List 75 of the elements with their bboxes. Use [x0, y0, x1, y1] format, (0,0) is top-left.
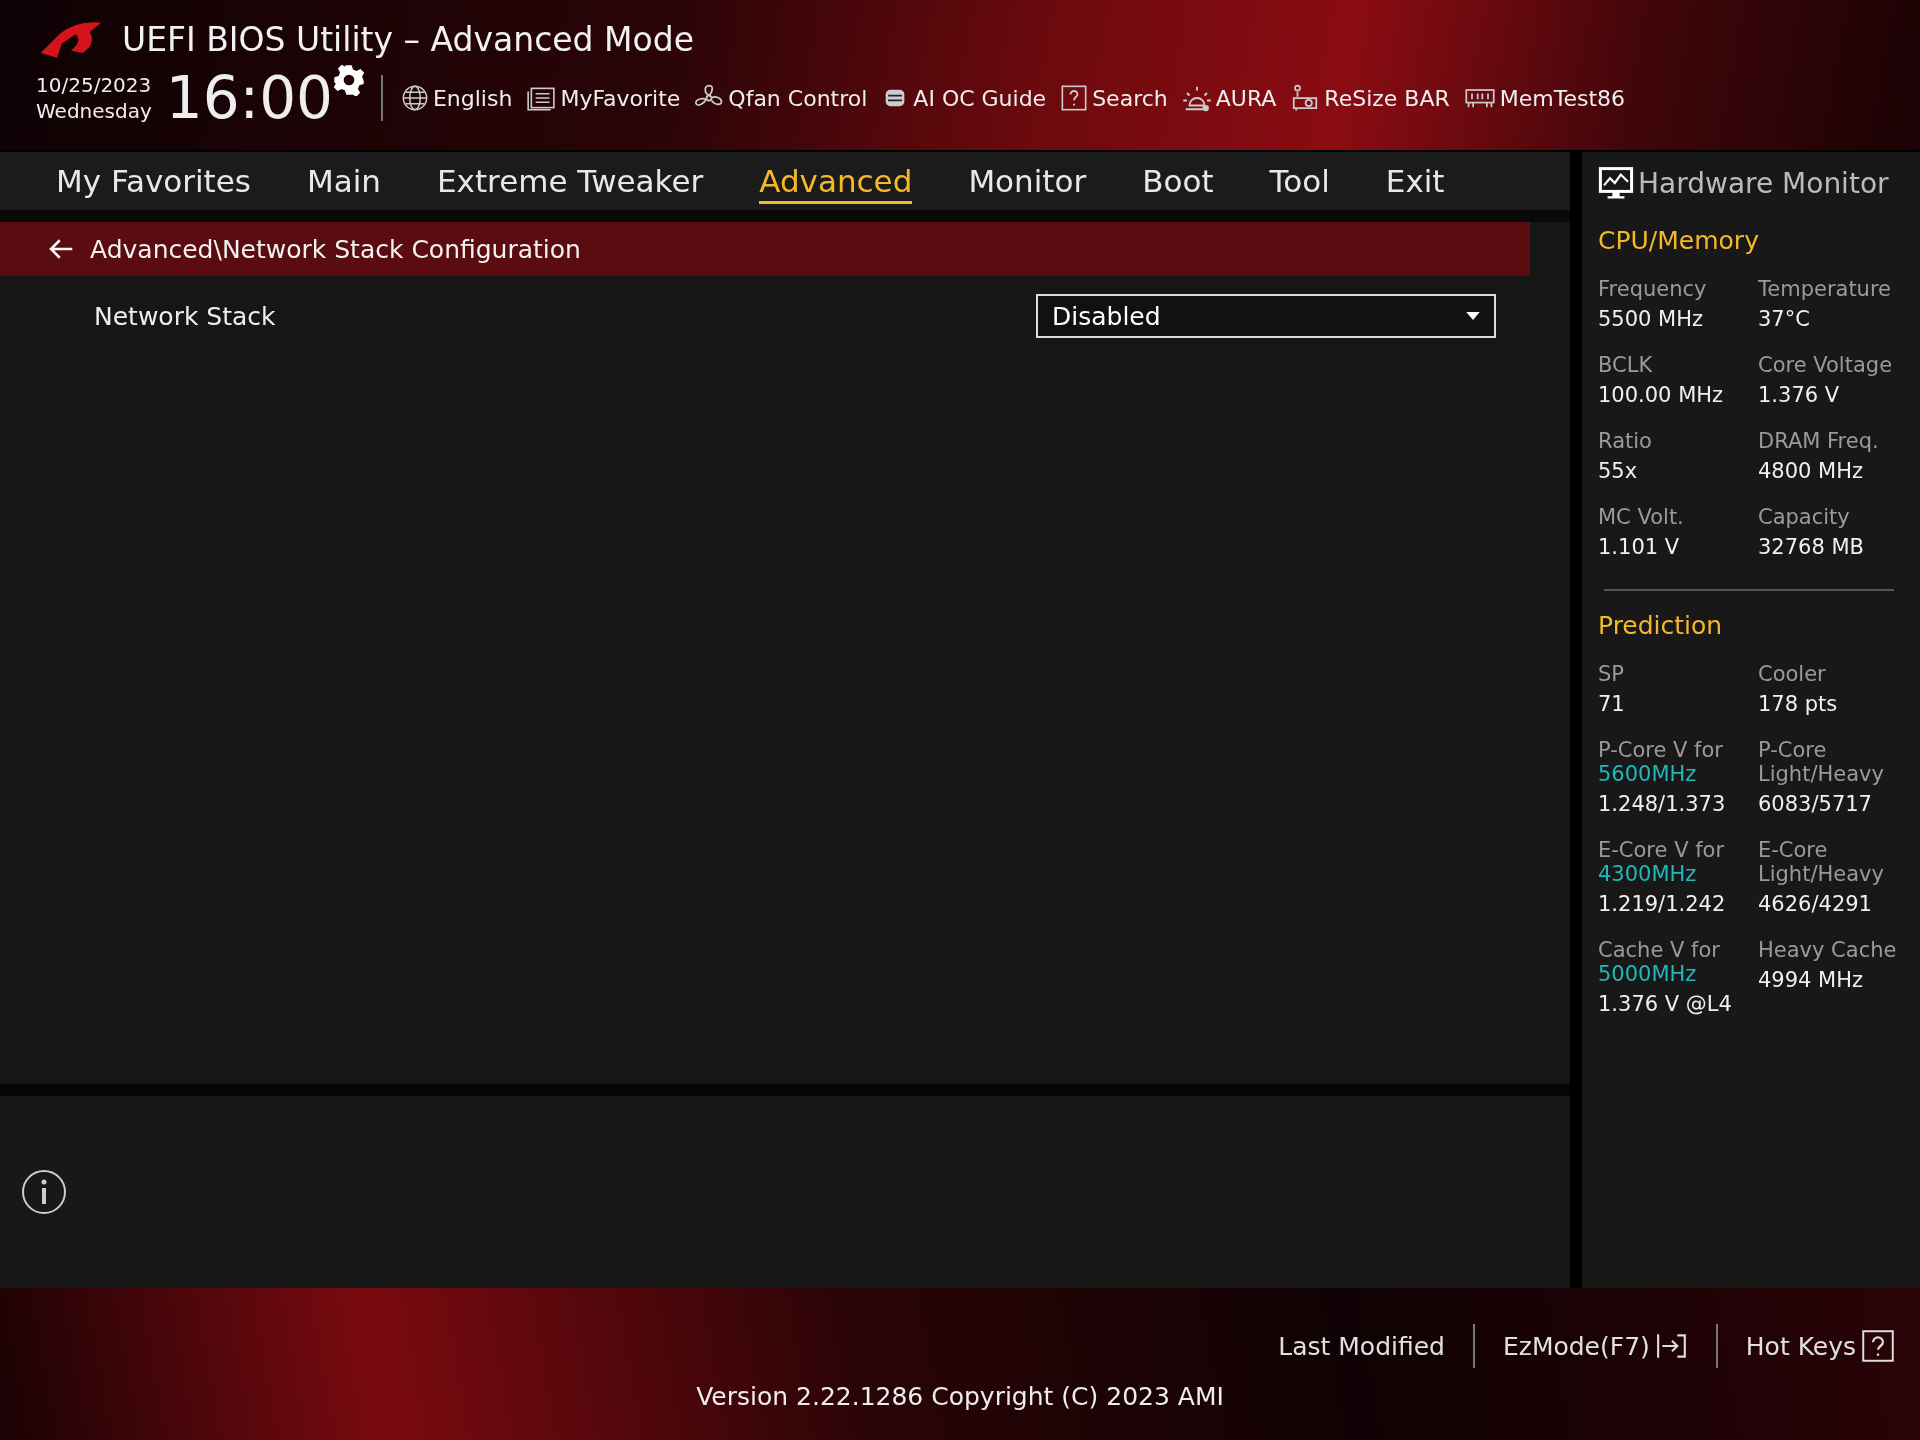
info-icon — [20, 1168, 68, 1216]
metric-label: E-Core Light/Heavy — [1758, 838, 1885, 886]
toolbar-button[interactable]: MemTest86 — [1463, 85, 1634, 111]
help-icon — [1862, 1330, 1894, 1362]
metric-frequency: 5000MHz — [1598, 962, 1698, 986]
metric-value: 4994 MHz — [1758, 968, 1865, 992]
metric-value: 178 pts — [1758, 692, 1839, 716]
metric-label: Cache V for — [1598, 938, 1721, 962]
metric-label: MC Volt. — [1598, 505, 1685, 529]
toolbar-button[interactable]: AI OC Guide — [881, 84, 1055, 112]
metric-label: Core Voltage — [1758, 353, 1894, 377]
toolbar-button[interactable]: ReSize BAR — [1290, 83, 1458, 113]
exit-icon — [1655, 1332, 1688, 1360]
weekday-text: Wednesday — [36, 98, 152, 124]
metric-label: Heavy Cache — [1758, 938, 1898, 962]
metric-value: 5500 MHz — [1598, 307, 1705, 331]
monitor-icon — [1598, 165, 1634, 201]
footer-button[interactable]: Hot Keys — [1745, 1330, 1894, 1362]
footer-button[interactable]: EzMode(F7) — [1502, 1331, 1688, 1361]
metric-value: 1.219/1.242 — [1598, 892, 1727, 916]
footer-button[interactable]: Last Modified — [1278, 1331, 1445, 1361]
section-heading: CPU/Memory — [1598, 226, 1760, 255]
menu-tab[interactable]: Exit — [1385, 158, 1445, 204]
metric-value: 4626/4291 — [1758, 892, 1873, 916]
dropdown[interactable]: Disabled — [1036, 294, 1496, 338]
metric-frequency: 5600MHz — [1598, 762, 1698, 786]
metric-value: 55x — [1598, 459, 1639, 483]
toolbar-button[interactable]: Search — [1060, 84, 1176, 112]
metric-value: 32768 MB — [1758, 535, 1865, 559]
caret-icon — [1466, 311, 1480, 321]
setting-label: Network Stack — [94, 301, 276, 331]
metric-value: 37°C — [1758, 307, 1811, 331]
metric-label: BCLK — [1598, 353, 1654, 377]
metric-label: P-Core Light/Heavy — [1758, 738, 1885, 786]
globe-icon — [400, 84, 429, 112]
menu-tab[interactable]: Boot — [1142, 158, 1214, 204]
metric-value: 6083/5717 — [1758, 792, 1873, 816]
breadcrumb-path: Advanced\Network Stack Configuration — [90, 234, 581, 264]
metric-value: 1.376 V — [1758, 383, 1841, 407]
metric-value: 1.248/1.373 — [1598, 792, 1727, 816]
metric-value: 1.376 V @L4 — [1598, 992, 1733, 1016]
metric-label: Ratio — [1598, 429, 1653, 453]
window-title: UEFI BIOS Utility – Advanced Mode — [122, 19, 694, 59]
metric-frequency: 4300MHz — [1598, 862, 1698, 886]
metric-label: SP — [1598, 662, 1625, 686]
toolbar-button[interactable]: English — [400, 84, 521, 112]
version-text: Version 2.22.1286 Copyright (C) 2023 AMI — [696, 1382, 1224, 1411]
metric-label: Temperature — [1758, 277, 1893, 301]
section-heading: Prediction — [1598, 611, 1724, 640]
settings-icon[interactable] — [332, 64, 365, 96]
menu-tab[interactable]: My Favorites — [56, 158, 251, 204]
metric-label: Cooler — [1758, 662, 1827, 686]
menu-tab[interactable]: Tool — [1269, 158, 1330, 204]
metric-label: Frequency — [1598, 277, 1708, 301]
toolbar-button[interactable]: Qfan Control — [694, 83, 876, 113]
clock-time: 16:00 — [165, 68, 333, 128]
metric-value: 100.00 MHz — [1598, 383, 1725, 407]
metric-label: DRAM Freq. — [1758, 429, 1880, 453]
metric-value: 4800 MHz — [1758, 459, 1865, 483]
metric-label: P-Core V for — [1598, 738, 1724, 762]
panel-title: Hardware Monitor — [1638, 166, 1889, 200]
toolbar-button[interactable]: AURA — [1181, 83, 1285, 113]
date-text: 10/25/2023 — [36, 72, 152, 98]
metric-label: Capacity — [1758, 505, 1851, 529]
menu-tab[interactable]: Main — [307, 158, 381, 204]
metric-value: 71 — [1598, 692, 1626, 716]
toolbar-button[interactable]: MyFavorite — [526, 85, 689, 111]
metric-label: E-Core V for — [1598, 838, 1726, 862]
memory-icon — [1463, 86, 1496, 110]
help-icon — [1060, 84, 1089, 112]
menu-tab[interactable]: Advanced — [759, 158, 913, 204]
menu-tab[interactable]: Extreme Tweaker — [437, 158, 704, 204]
list-icon — [526, 85, 557, 111]
metric-value: 1.101 V — [1598, 535, 1681, 559]
menu-tab[interactable]: Monitor — [968, 158, 1087, 204]
